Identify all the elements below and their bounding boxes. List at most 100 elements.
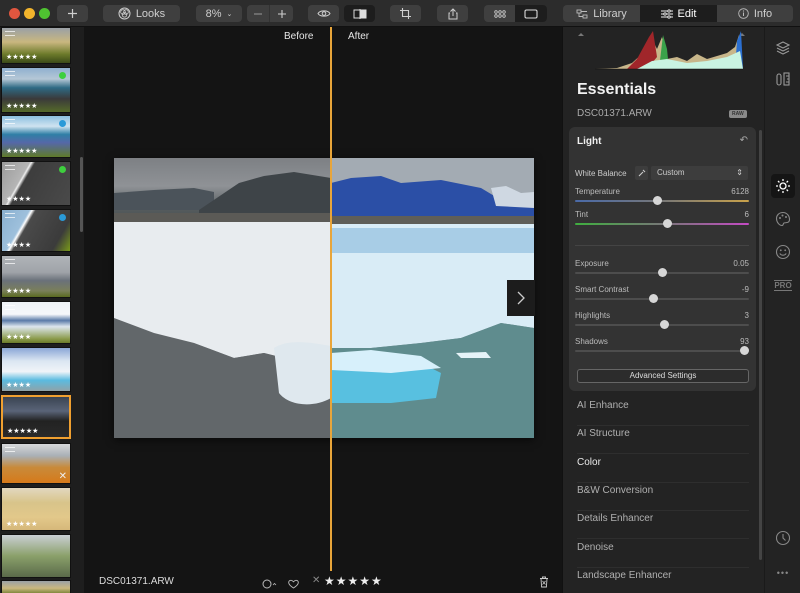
section-ai-enhance[interactable]: AI Enhance <box>577 398 749 426</box>
zoom-in-button[interactable] <box>270 5 293 22</box>
thumb-rating: ★★★★ <box>6 196 32 203</box>
slider-value[interactable]: 3 <box>745 311 749 320</box>
history-button[interactable] <box>771 526 795 550</box>
crop-button[interactable] <box>390 5 421 22</box>
filmstrip-thumb[interactable]: ★★★★★ <box>1 115 71 158</box>
sliders-icon <box>660 8 673 19</box>
slider-value[interactable]: 6128 <box>731 187 749 196</box>
filmstrip-thumb[interactable] <box>1 534 71 578</box>
slider-temperature[interactable]: Temperature 6128 <box>575 187 749 211</box>
advanced-settings-button[interactable]: Advanced Settings <box>577 369 749 383</box>
app-window: Looks 8% ⌄ Library Edit Info ★★★★★ ★★★★★… <box>0 0 800 593</box>
white-balance-label: White Balance <box>575 169 627 178</box>
view-mode-switch <box>484 5 547 22</box>
share-button[interactable] <box>437 5 468 22</box>
looks-button[interactable]: Looks <box>103 5 180 22</box>
slider-value[interactable]: 0.05 <box>733 259 749 268</box>
edited-icon <box>5 447 15 452</box>
tab-info[interactable]: Info <box>717 5 793 22</box>
slider-tint[interactable]: Tint 6 <box>575 210 749 234</box>
slider-shadows[interactable]: Shadows 93 <box>575 337 749 361</box>
edited-icon <box>5 165 15 170</box>
eyedropper-button[interactable] <box>635 166 648 180</box>
slider-handle[interactable] <box>658 268 667 277</box>
compare-button[interactable] <box>344 5 375 22</box>
zoom-out-button[interactable] <box>247 5 270 22</box>
slider-smart-contrast[interactable]: Smart Contrast -9 <box>575 285 749 309</box>
filmstrip-scrollbar[interactable] <box>80 157 83 232</box>
section-b-w-conversion[interactable]: B&W Conversion <box>577 483 749 511</box>
pro-tool-button[interactable]: PRO <box>771 273 795 297</box>
slider-value[interactable]: 6 <box>745 210 749 219</box>
image-info-bar: DSC01371.ARW ✕ ★★★★★ <box>84 571 562 593</box>
slider-highlights[interactable]: Highlights 3 <box>575 311 749 335</box>
next-image-button[interactable] <box>507 280 535 316</box>
section-ai-structure[interactable]: AI Structure <box>577 426 749 455</box>
section-details-enhancer[interactable]: Details Enhancer <box>577 511 749 540</box>
slider-handle[interactable] <box>739 346 749 355</box>
undo-icon[interactable]: ↶ <box>740 135 748 146</box>
share-icon <box>448 7 457 19</box>
slider-handle[interactable] <box>649 294 659 303</box>
slider-track[interactable] <box>575 298 749 300</box>
slider-handle[interactable] <box>659 320 669 329</box>
before-label: Before <box>284 31 314 42</box>
close-window-button[interactable] <box>9 8 20 19</box>
white-balance-select[interactable]: Custom ⇕ <box>651 166 748 180</box>
single-view-button[interactable] <box>515 5 547 22</box>
light-section: Light ↶ White Balance Custom ⇕ Temperatu… <box>569 127 756 391</box>
preview-button[interactable] <box>308 5 339 22</box>
section-denoise[interactable]: Denoise <box>577 540 749 568</box>
slider-track[interactable] <box>575 223 749 225</box>
edited-icon <box>5 213 15 218</box>
filmstrip-thumb[interactable]: ★★★★★ <box>1 27 71 64</box>
minimize-window-button[interactable] <box>24 8 35 19</box>
before-after-divider[interactable] <box>330 27 332 571</box>
filmstrip-thumb[interactable]: ★★★★ <box>1 347 71 392</box>
filmstrip-thumb[interactable]: ✕ <box>1 443 71 484</box>
section-landscape-enhancer[interactable]: Landscape Enhancer <box>577 568 749 593</box>
zoom-window-button[interactable] <box>39 8 50 19</box>
filmstrip-thumb[interactable]: ★★★★ <box>1 209 71 252</box>
essentials-tool-button[interactable] <box>771 174 795 198</box>
layers-button[interactable] <box>771 36 795 60</box>
chevron-down-icon: ⌄ <box>226 10 233 18</box>
photo-preview[interactable] <box>114 158 534 438</box>
tab-edit[interactable]: Edit <box>640 5 717 22</box>
filmstrip-thumb[interactable]: ★★★★★ <box>1 67 71 113</box>
color-label-button[interactable] <box>262 576 278 593</box>
creative-tool-button[interactable] <box>771 207 795 231</box>
ruler-button[interactable] <box>771 67 795 91</box>
tab-library[interactable]: Library <box>563 5 640 22</box>
slider-handle[interactable] <box>652 196 662 205</box>
slider-value[interactable]: 93 <box>740 337 749 346</box>
slider-handle[interactable] <box>663 219 673 228</box>
info-icon <box>738 8 749 19</box>
edited-icon <box>5 119 15 124</box>
reject-button[interactable]: ✕ <box>312 575 320 586</box>
delete-button[interactable] <box>539 575 549 593</box>
filmstrip-thumb[interactable]: ★★★★ <box>1 161 71 206</box>
up-down-chevron-icon: ⇕ <box>736 168 743 177</box>
slider-exposure[interactable]: Exposure 0.05 <box>575 259 749 283</box>
slider-track[interactable] <box>575 200 749 202</box>
section-color[interactable]: Color <box>577 455 749 483</box>
more-icon[interactable]: ••• <box>771 561 795 585</box>
filmstrip-thumb[interactable]: ★★★★ <box>1 255 71 298</box>
filmstrip-thumb[interactable]: ★★★★★ <box>1 487 71 531</box>
slider-track[interactable] <box>575 350 749 352</box>
before-scene <box>114 172 331 438</box>
favorite-button[interactable] <box>288 576 299 593</box>
edited-icon <box>5 305 15 310</box>
slider-value[interactable]: -9 <box>742 285 749 294</box>
panel-scrollbar[interactable] <box>759 130 762 560</box>
filmstrip-thumb[interactable] <box>1 580 71 593</box>
grid-view-button[interactable] <box>484 5 515 22</box>
star-rating[interactable]: ★★★★★ <box>324 574 383 588</box>
history-icon <box>775 530 791 546</box>
add-button[interactable] <box>57 5 88 22</box>
filmstrip-thumb-selected[interactable]: ★★★★★ <box>1 395 71 439</box>
portrait-tool-button[interactable] <box>771 240 795 264</box>
filmstrip-thumb[interactable]: ★★★★ <box>1 301 71 344</box>
zoom-level-dropdown[interactable]: 8% ⌄ <box>196 5 242 22</box>
